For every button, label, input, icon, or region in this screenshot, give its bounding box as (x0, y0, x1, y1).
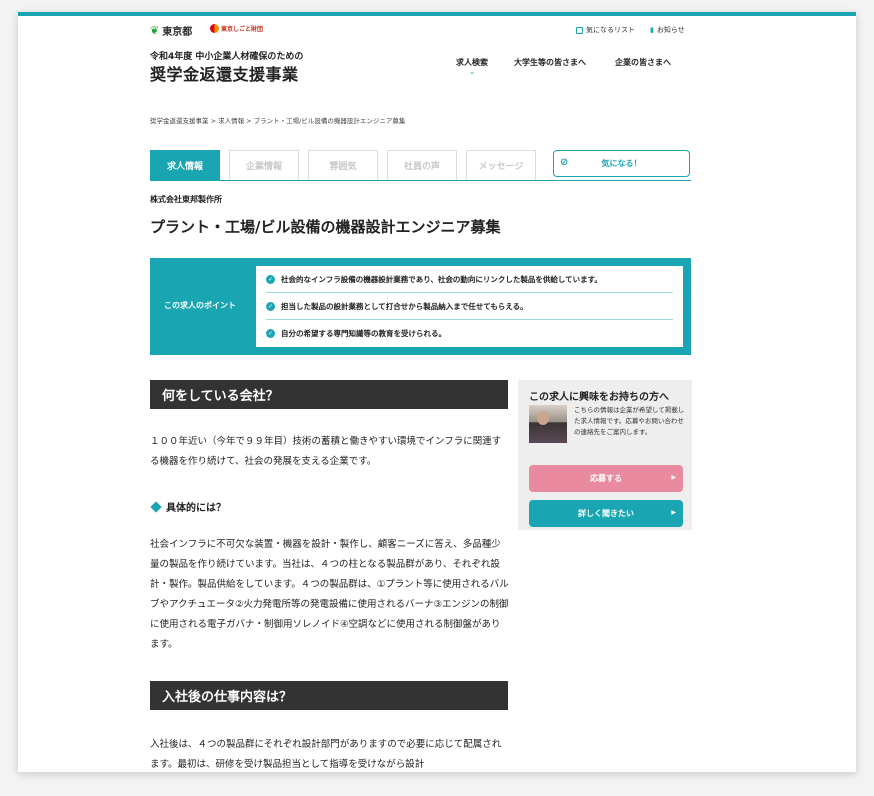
news-label: お知らせ (656, 26, 685, 34)
company-name: 株式会社東邦製作所 (150, 195, 222, 204)
check-icon: ✓ (266, 274, 275, 284)
subheading-details-label: 具体的には？ (166, 503, 226, 514)
chevron-down-icon: ⌄ (469, 68, 475, 76)
tokyo-logo-text: 東京都 (162, 27, 193, 38)
tab-atmosphere[interactable]: 雰囲気 (308, 150, 378, 180)
point-text: 社会的なインフラ設備の機器設計業務であり、社会の動向にリンクした製品を供給してい… (281, 274, 602, 284)
tab-message[interactable]: メッセージ (466, 150, 536, 180)
sidebar-title: この求人に興味をお持ちの方へ (529, 392, 669, 403)
tab-company-info[interactable]: 企業情報 (229, 150, 299, 180)
job-content-text: 入社後は、４つの製品群にそれぞれ設計部門がありますので必要に応じて配属されます。… (150, 739, 502, 770)
apply-button[interactable]: 応募する ▶ (529, 465, 683, 492)
ask-details-button-label: 詳しく聞きたい (578, 509, 634, 518)
tab-underline (150, 180, 691, 181)
diamond-icon (150, 500, 162, 513)
breadcrumb: 奨学金返還支援事業 > 求人情報 > プラント・工場/ビル設備の機器設計エンジニ… (150, 117, 406, 125)
shigoto-mark-icon (210, 24, 219, 33)
list-item: ✓ 自分の希望する専門知識等の教育を受けられる。 (266, 320, 673, 347)
nav-job-search-label: 求人検索 (456, 58, 488, 67)
arrow-right-icon: ▶ (671, 474, 676, 481)
company-detail-text: 社会インフラに不可欠な装置・機器を設計・製作し、顧客ニーズに答え、多品種少量の製… (150, 539, 509, 650)
point-text: 担当した製品の設計業務として打合せから製品納入まで任せてもらえる。 (281, 301, 528, 311)
page-frame: ❦ 東京都 東京しごと財団 気になるリスト ▮ お知らせ 令和4年度 中小企業人… (18, 12, 856, 772)
news-link[interactable]: ▮ お知らせ (650, 25, 685, 35)
job-points-panel: この求人のポイント ✓ 社会的なインフラ設備の機器設計業務であり、社会の動向にリ… (150, 258, 691, 355)
ginkgo-icon: ❦ (150, 24, 160, 37)
favorites-list-link[interactable]: 気になるリスト (576, 25, 635, 35)
site-title[interactable]: 奨学金返還支援事業 (150, 61, 299, 85)
favorite-button[interactable]: ⊘ 気になる！ (553, 150, 690, 177)
arrow-right-icon: ▶ (671, 509, 676, 516)
job-points-label: この求人のポイント (164, 301, 236, 310)
job-points-list: ✓ 社会的なインフラ設備の機器設計業務であり、社会の動向にリンクした製品を供給し… (256, 266, 683, 347)
apply-button-label: 応募する (590, 474, 622, 483)
company-intro-text: １００年近い（今年で９９年目）技術の蓄積と働きやすい環境でインフラに関連する機器… (150, 436, 502, 467)
bell-icon: ▮ (650, 26, 654, 34)
top-accent-bar (18, 12, 856, 16)
point-text: 自分の希望する専門知識等の教育を受けられる。 (281, 329, 446, 338)
list-item: ✓ 社会的なインフラ設備の機器設計業務であり、社会の動向にリンクした製品を供給し… (266, 266, 673, 293)
ask-details-button[interactable]: 詳しく聞きたい ▶ (529, 500, 683, 527)
section-heading-job-content: 入社後の仕事内容は？ (150, 681, 508, 710)
paperclip-icon: ⊘ (560, 157, 569, 168)
check-icon: ✓ (266, 329, 275, 338)
tab-job-info[interactable]: 求人情報 (150, 150, 220, 180)
sidebar-inquiry-box: この求人に興味をお持ちの方へ こちらの情報は企業が希望して掲載した求人情報です。… (518, 380, 692, 530)
nav-job-search[interactable]: 求人検索 ⌄ (456, 57, 488, 76)
tab-employee-voice[interactable]: 社員の声 (387, 150, 457, 180)
favorites-list-label: 気になるリスト (586, 26, 635, 34)
nav-students[interactable]: 大学生等の皆さまへ (514, 57, 586, 68)
contact-photo (529, 405, 567, 443)
section-heading-company: 何をしている会社？ (150, 380, 508, 409)
nav-companies[interactable]: 企業の皆さまへ (615, 57, 671, 68)
list-icon (576, 26, 583, 34)
subheading-details: 具体的には？ (150, 499, 226, 514)
tokyo-logo[interactable]: ❦ 東京都 (150, 23, 192, 38)
check-icon: ✓ (266, 301, 275, 311)
shigoto-foundation-logo[interactable]: 東京しごと財団 (210, 24, 263, 33)
sidebar-text: こちらの情報は企業が希望して掲載した求人情報です。応募やお問い合わせの連絡先をご… (574, 406, 685, 436)
shigoto-logo-text: 東京しごと財団 (221, 26, 264, 33)
favorite-button-label: 気になる！ (601, 159, 642, 168)
list-item: ✓ 担当した製品の設計業務として打合せから製品納入まで任せてもらえる。 (266, 293, 673, 320)
job-title: プラント・工場/ビル設備の機器設計エンジニア募集 (150, 218, 501, 236)
